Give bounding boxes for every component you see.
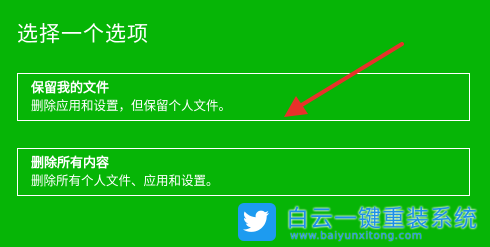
watermark-name: 白云一键重装系统 [286, 206, 478, 232]
watermark: 白云一键重装系统 www.baiyunxitong.com [234, 199, 484, 245]
watermark-url: www.baiyunxitong.com [290, 230, 423, 242]
bird-logo-icon [238, 203, 276, 241]
